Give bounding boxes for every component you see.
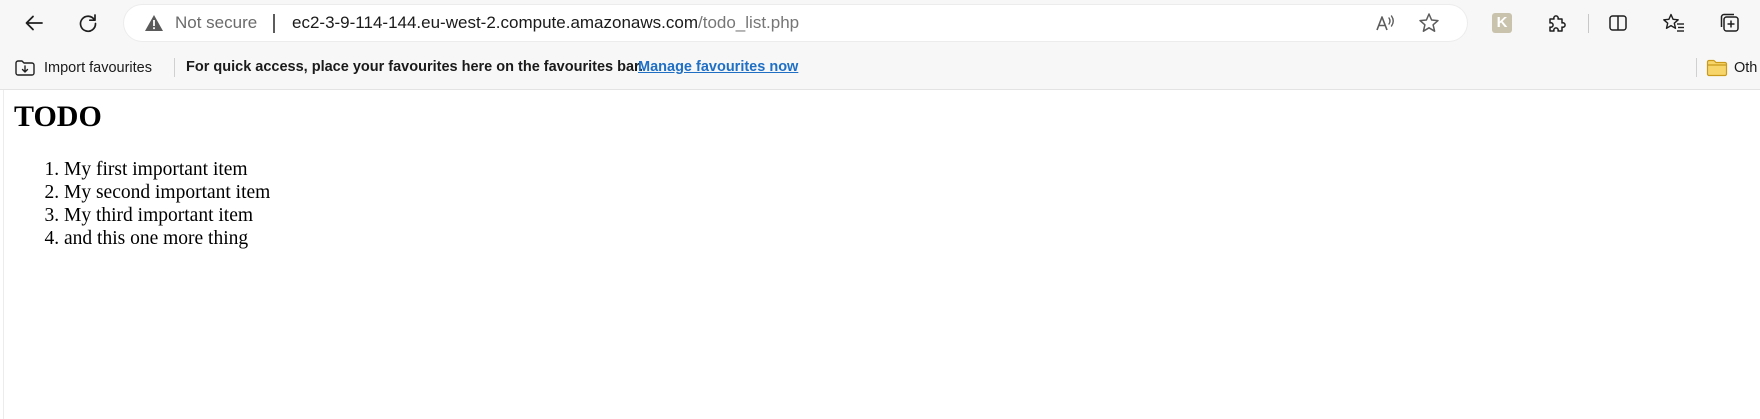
folder-icon [1706, 59, 1728, 76]
extensions-icon [1549, 15, 1566, 32]
url-path: /todo_list.php [698, 13, 800, 32]
favourites-separator [174, 58, 175, 77]
read-aloud-icon [1376, 15, 1394, 31]
refresh-icon [79, 14, 97, 33]
favourites-message: For quick access, place your favourites … [186, 59, 643, 75]
back-icon [25, 15, 43, 31]
favorite-star-icon [1419, 13, 1439, 32]
collections-icon [1720, 13, 1739, 32]
favourites-bar: Import favourites For quick access, plac… [0, 46, 1760, 90]
import-favourites-button[interactable]: Import favourites [14, 46, 152, 89]
url-separator [273, 14, 275, 33]
page-title: TODO [14, 100, 102, 133]
page-content: TODO My first important item My second i… [0, 90, 1760, 419]
collections-button[interactable] [1710, 3, 1750, 43]
toolbar-divider [1588, 14, 1589, 33]
other-favourites-label: Oth [1734, 59, 1758, 76]
url-host: ec2-3-9-114-144.eu-west-2.compute.amazon… [292, 13, 698, 32]
extension-k-button[interactable]: K [1482, 3, 1522, 43]
read-aloud-button[interactable] [1374, 11, 1398, 35]
add-favorite-button[interactable] [1417, 11, 1441, 35]
warning-icon[interactable] [144, 14, 164, 32]
other-favourites-button[interactable]: Oth [1706, 46, 1757, 89]
extensions-button[interactable] [1537, 3, 1577, 43]
todo-item: My first important item [64, 158, 270, 181]
import-favourites-label: Import favourites [44, 59, 152, 76]
back-button[interactable] [14, 3, 54, 43]
security-label[interactable]: Not secure [175, 5, 257, 41]
manage-favourites-link[interactable]: Manage favourites now [638, 46, 798, 89]
todo-list: My first important item My second import… [24, 158, 270, 250]
refresh-button[interactable] [68, 3, 108, 43]
address-bar[interactable]: Not secure ec2-3-9-114-144.eu-west-2.com… [124, 5, 1467, 41]
import-favourites-icon [15, 59, 35, 76]
todo-item: My third important item [64, 204, 270, 227]
k-extension-icon: K [1492, 13, 1512, 33]
browser-toolbar: Not secure ec2-3-9-114-144.eu-west-2.com… [0, 0, 1760, 46]
url-text[interactable]: ec2-3-9-114-144.eu-west-2.compute.amazon… [292, 5, 799, 41]
todo-item: and this one more thing [64, 227, 270, 250]
page-edge [3, 90, 4, 419]
favourites-separator-right [1696, 58, 1697, 77]
favorites-button[interactable] [1654, 3, 1694, 43]
favorites-icon [1663, 13, 1684, 32]
split-screen-icon [1609, 15, 1627, 31]
todo-item: My second important item [64, 181, 270, 204]
split-screen-button[interactable] [1598, 3, 1638, 43]
